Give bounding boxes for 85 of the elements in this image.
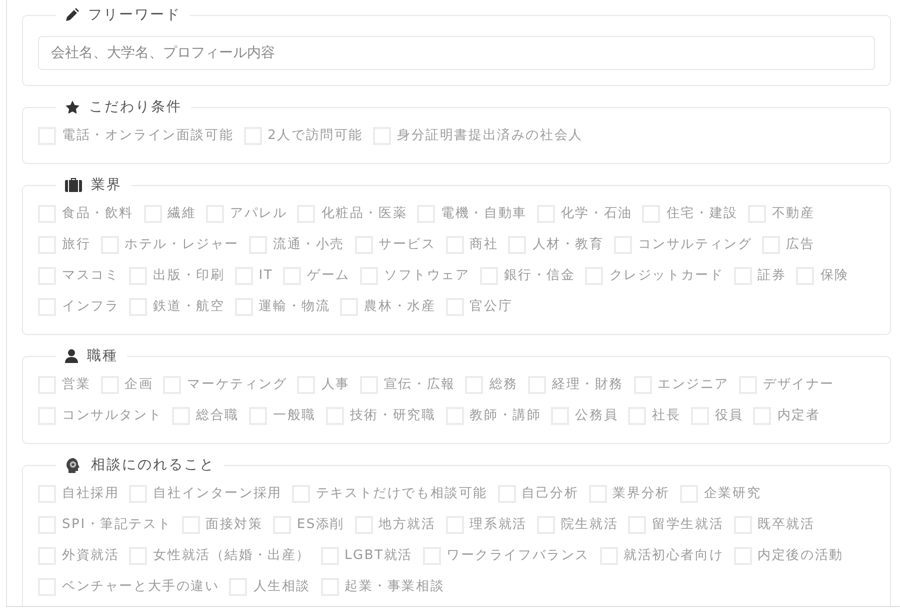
option-label: 起業・事業相談 xyxy=(344,578,445,596)
option-label: 広告 xyxy=(786,236,815,254)
option-label: 商社 xyxy=(470,236,498,254)
option-label: 旅行 xyxy=(62,236,91,254)
option-label: 理系就活 xyxy=(470,516,527,534)
option-label: 食品・飲料 xyxy=(62,204,134,223)
briefcase-icon xyxy=(65,178,82,192)
option-label: 不動産 xyxy=(772,204,815,223)
option-label: コンサルタント xyxy=(62,406,162,425)
option-label: 内定後の活動 xyxy=(758,546,844,565)
option-label: 住宅・建設 xyxy=(666,204,738,223)
pencil-icon xyxy=(65,8,79,22)
option-label: 企画 xyxy=(124,376,154,394)
option-label: 既卒就活 xyxy=(758,516,815,534)
option-label: 農林・水産 xyxy=(364,298,436,316)
head-icon xyxy=(65,456,82,474)
option-label: 自社インターン採用 xyxy=(153,484,282,503)
option-label: マスコミ xyxy=(62,266,120,285)
option-label: 人生相談 xyxy=(253,578,311,596)
option-label: デザイナー xyxy=(763,376,835,394)
option-label: サービス xyxy=(378,236,436,254)
option-label: 自社採用 xyxy=(62,484,120,503)
section-title: こだわり条件 xyxy=(89,98,182,116)
option-label: 身分証明書提出済みの社会人 xyxy=(396,126,583,145)
option-label: コンサルティング xyxy=(638,236,752,254)
option-label: 鉄道・航空 xyxy=(153,298,225,316)
option-label: 証券 xyxy=(758,266,786,285)
option-label: 人事 xyxy=(321,376,350,394)
option-label: 面接対策 xyxy=(206,516,263,534)
option-label: 流通・小売 xyxy=(273,236,345,254)
option-label: 自己分析 xyxy=(522,484,579,503)
option-label: 技術・研究職 xyxy=(350,406,436,425)
option-label: 教師・講師 xyxy=(470,406,542,425)
option-label: 外資就活 xyxy=(62,546,120,565)
option-label: 電機・自動車 xyxy=(441,204,527,223)
option-label: 内定者 xyxy=(777,406,820,425)
option-label: インフラ xyxy=(62,298,120,316)
option-label: 女性就活（結婚・出産） xyxy=(153,546,311,565)
option-label: ソフトウェア xyxy=(384,266,470,285)
option-label: LGBT就活 xyxy=(344,546,412,565)
option-label: 官公庁 xyxy=(470,298,513,316)
option-label: 地方就活 xyxy=(378,516,436,534)
option-label: 企業研究 xyxy=(704,484,762,503)
option-label: 就活初心者向け xyxy=(624,546,724,565)
option-label: IT xyxy=(258,266,274,285)
option-label: アパレル xyxy=(230,204,288,223)
option-label: 2人で訪問可能 xyxy=(268,126,363,145)
option-label: 院生就活 xyxy=(560,516,618,534)
option-label: 宣伝・広報 xyxy=(384,376,456,394)
option-label: 化粧品・医薬 xyxy=(321,204,408,223)
option-label: 化学・石油 xyxy=(560,204,632,223)
option-label: 経理・財務 xyxy=(552,376,624,394)
option-label: 一般職 xyxy=(273,406,316,425)
section-title: フリーワード xyxy=(88,6,181,24)
option-label: 留学生就活 xyxy=(652,516,724,534)
option-label: 総合職 xyxy=(196,406,240,425)
section-title: 相談にのれること xyxy=(91,456,215,474)
option-label: 繊維 xyxy=(168,204,196,223)
option-label: テキストだけでも相談可能 xyxy=(316,484,488,503)
option-label: ホテル・レジャー xyxy=(124,236,240,254)
option-label: SPI・筆記テスト xyxy=(62,516,172,534)
option-label: 銀行・信金 xyxy=(504,266,576,285)
option-label: 総務 xyxy=(489,376,518,394)
option-label: 運輸・物流 xyxy=(258,298,330,316)
section-title: 業界 xyxy=(91,176,122,194)
option-label: エンジニア xyxy=(658,376,730,394)
star-icon xyxy=(65,100,80,114)
option-label: 社長 xyxy=(652,406,681,425)
option-label: マーケティング xyxy=(187,376,288,394)
option-label: 出版・印刷 xyxy=(153,266,225,285)
option-label: 電話・オンライン面談可能 xyxy=(62,126,234,145)
option-label: 業界分析 xyxy=(612,484,670,503)
option-label: 役員 xyxy=(714,406,744,425)
option-label: 人材・教育 xyxy=(532,236,604,254)
option-label: ES添削 xyxy=(296,516,345,534)
person-icon xyxy=(65,349,78,363)
option-label: ワークライフバランス xyxy=(446,546,590,565)
keyword-field[interactable]: 会社名、大学名、プロフィール内容 xyxy=(38,36,875,70)
section-title: 職種 xyxy=(87,347,118,365)
option-label: ベンチャーと大手の違い xyxy=(62,578,220,596)
option-label: 公務員 xyxy=(575,406,618,425)
option-label: クレジットカード xyxy=(609,266,724,285)
option-label: ゲーム xyxy=(307,266,350,285)
option-label: 保険 xyxy=(820,266,849,285)
option-label: 営業 xyxy=(62,376,91,394)
